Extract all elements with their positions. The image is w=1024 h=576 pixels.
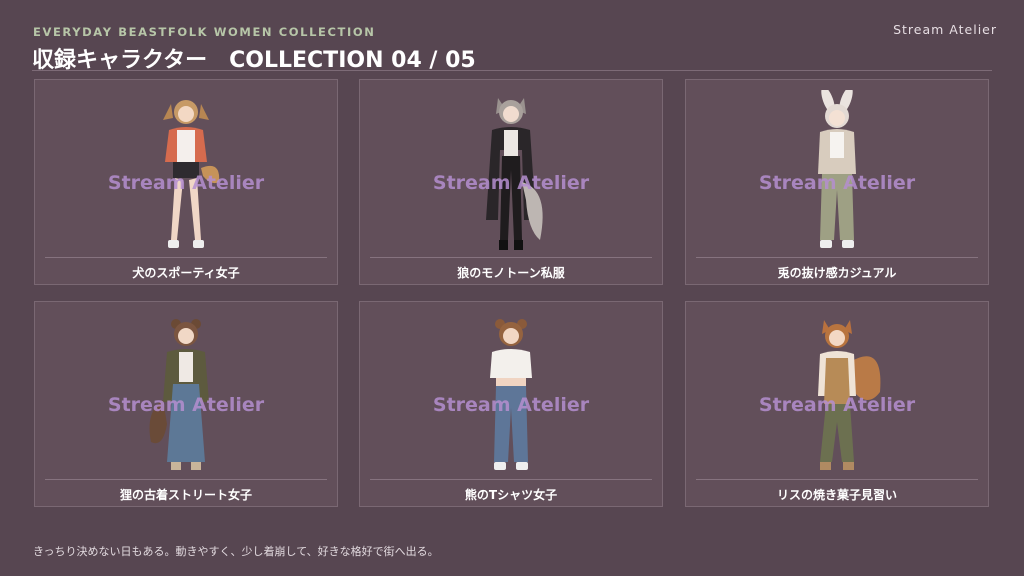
watermark: Stream Atelier [107,394,265,416]
watermark: Stream Atelier [107,172,265,194]
character-grid: Stream Atelier 犬のスポーティ女子 Stream Atelier … [34,79,990,510]
footer-tagline: きっちり決めない日もある。動きやすく、少し着崩して、好きな格好で街へ出る。 [33,545,439,558]
caption-divider [370,479,652,480]
card-caption: 狼のモノトーン私服 [457,266,565,280]
character-card-tanuki[interactable]: Stream Atelier 狸の古着ストリート女子 [34,301,338,507]
header-divider [32,70,992,71]
watermark: Stream Atelier [432,394,590,416]
character-card-rabbit[interactable]: Stream Atelier 兎の抜け感カジュアル [685,79,989,285]
collection-kicker: EVERYDAY BEASTFOLK WOMEN COLLECTION [33,25,376,39]
card-caption: 狸の古着ストリート女子 [119,488,252,502]
character-card-wolf[interactable]: Stream Atelier 狼のモノトーン私服 [359,79,663,285]
watermark: Stream Atelier [432,172,590,194]
brand-label: Stream Atelier [893,22,997,37]
card-caption: 熊のTシャツ女子 [464,488,558,502]
card-caption: 兎の抜け感カジュアル [777,266,897,280]
card-caption: 犬のスポーティ女子 [132,266,240,280]
card-caption: リスの焼き菓子見習い [776,488,897,502]
character-card-dog[interactable]: Stream Atelier 犬のスポーティ女子 [34,79,338,285]
caption-divider [696,257,978,258]
character-card-bear[interactable]: Stream Atelier 熊のTシャツ女子 [359,301,663,507]
caption-divider [45,257,327,258]
caption-divider [370,257,652,258]
watermark: Stream Atelier [758,394,916,416]
character-card-squirrel[interactable]: Stream Atelier リスの焼き菓子見習い [685,301,989,507]
caption-divider [696,479,978,480]
caption-divider [45,479,327,480]
watermark: Stream Atelier [758,172,916,194]
